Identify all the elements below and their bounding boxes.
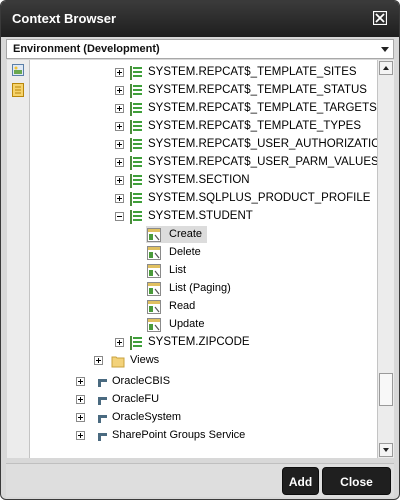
vertical-scrollbar[interactable] [377,60,394,458]
tree-item-label: Update [169,318,205,330]
expand-icon[interactable] [115,194,124,203]
tree-item-label: SharePoint Groups Service [112,429,246,441]
tree-item-label: OracleFU [112,393,160,405]
context-tree[interactable]: SYSTEM.REPCAT$_TEMPLATE_SITES SYSTEM.REP… [30,60,377,458]
action-icon [147,282,161,296]
datasource-icon [98,397,107,405]
expand-icon[interactable] [94,356,103,365]
scroll-down-button[interactable] [379,443,393,457]
tree-item-table[interactable]: SYSTEM.STUDENT [30,208,377,226]
scroll-up-button[interactable] [379,61,393,75]
image-icon[interactable] [12,64,24,76]
tree-item-table[interactable]: SYSTEM.SQLPLUS_PRODUCT_PROFILE [30,190,377,208]
table-icon [130,102,142,116]
tree-item-label: SYSTEM.REPCAT$_TEMPLATE_TARGETS [148,102,377,114]
table-icon [130,120,142,134]
expand-icon[interactable] [115,104,124,113]
tree-item-label: OracleCBIS [112,375,171,387]
tree-item-datasource[interactable]: SharePoint Groups Service [30,427,377,445]
collapse-icon[interactable] [115,212,124,221]
tree-item-table[interactable]: SYSTEM.SECTION [30,172,377,190]
tree-item-label: Delete [169,246,201,258]
tree-item-label: SYSTEM.STUDENT [148,210,253,222]
close-button[interactable]: Close [322,467,391,495]
tree-item-action[interactable]: Delete [30,244,377,262]
dialog-title: Context Browser [12,11,117,26]
action-icon [147,264,161,278]
tree-item-label: Read [169,300,196,312]
expand-icon[interactable] [115,140,124,149]
tree-item-label: Views [130,354,160,366]
expand-icon[interactable] [76,377,85,386]
table-icon [130,138,142,152]
datasource-icon [98,415,107,423]
environment-select-value: Environment (Development) [13,43,160,55]
table-icon [130,336,142,350]
table-icon [130,156,142,170]
tree-item-label: SYSTEM.REPCAT$_USER_AUTHORIZATIO [148,138,377,150]
side-toolbar [7,60,30,458]
tree-item-label: SYSTEM.SECTION [148,174,250,186]
tree-item-datasource[interactable]: OracleFU [30,391,377,409]
tree-item-label: SYSTEM.ZIPCODE [148,336,250,348]
tree-item-label: SYSTEM.REPCAT$_TEMPLATE_TYPES [148,120,362,132]
tree-item-table[interactable]: SYSTEM.ZIPCODE [30,334,377,352]
tree-item-label: SYSTEM.REPCAT$_TEMPLATE_SITES [148,66,357,78]
action-icon [147,318,161,332]
chevron-down-icon[interactable] [381,47,389,52]
tree-item-label: List (Paging) [169,282,231,294]
tree-item-datasource[interactable]: OracleSystem [30,409,377,427]
add-button[interactable]: Add [282,467,319,495]
environment-select[interactable]: Environment (Development) [6,39,394,59]
tree-item-label: List [169,264,187,276]
tree-item-folder[interactable]: Views [30,352,377,370]
tree-item-table[interactable]: SYSTEM.REPCAT$_TEMPLATE_STATUS [30,82,377,100]
scroll-thumb[interactable] [379,373,393,406]
context-browser-dialog: Context Browser Environment (Development… [0,0,400,500]
table-icon [130,192,142,206]
tree-item-label: OracleSystem [112,411,182,423]
tree-item-action-selected[interactable]: Create [30,226,377,244]
expand-icon[interactable] [76,413,85,422]
datasource-icon [98,379,107,387]
folder-icon [111,356,125,368]
tree-item-table[interactable]: SYSTEM.REPCAT$_USER_AUTHORIZATIO [30,136,377,154]
arrow-down-icon [383,448,389,452]
tree-item-label: SYSTEM.REPCAT$_USER_PARM_VALUES [148,156,377,168]
close-icon[interactable] [373,11,387,25]
tree-item-table[interactable]: SYSTEM.REPCAT$_TEMPLATE_TARGETS [30,100,377,118]
table-icon [130,66,142,80]
expand-icon[interactable] [115,176,124,185]
expand-icon[interactable] [76,431,85,440]
title-bar: Context Browser [1,1,399,37]
arrow-up-icon [383,66,389,70]
tree-item-label: SYSTEM.REPCAT$_TEMPLATE_STATUS [148,84,367,96]
expand-icon[interactable] [115,158,124,167]
expand-icon[interactable] [76,395,85,404]
expand-icon[interactable] [115,122,124,131]
table-icon [130,174,142,188]
tree-item-table[interactable]: SYSTEM.REPCAT$_USER_PARM_VALUES [30,154,377,172]
tree-item-action[interactable]: Update [30,316,377,334]
tree-item-label: SYSTEM.SQLPLUS_PRODUCT_PROFILE [148,192,371,204]
document-icon[interactable] [12,83,24,97]
tree-item-action[interactable]: List [30,262,377,280]
table-icon [130,84,142,98]
tree-item-label: Create [169,228,203,240]
datasource-icon [98,433,107,441]
tree-item-action[interactable]: Read [30,298,377,316]
tree-item-table[interactable]: SYSTEM.REPCAT$_TEMPLATE_TYPES [30,118,377,136]
action-icon [147,228,161,242]
tree-item-table[interactable]: SYSTEM.REPCAT$_TEMPLATE_SITES [30,64,377,82]
action-icon [147,300,161,314]
expand-icon[interactable] [115,68,124,77]
action-icon [147,246,161,260]
tree-item-datasource[interactable]: OracleCBIS [30,373,377,391]
expand-icon[interactable] [115,338,124,347]
expand-icon[interactable] [115,86,124,95]
tree-item-action[interactable]: List (Paging) [30,280,377,298]
table-icon [130,210,142,224]
